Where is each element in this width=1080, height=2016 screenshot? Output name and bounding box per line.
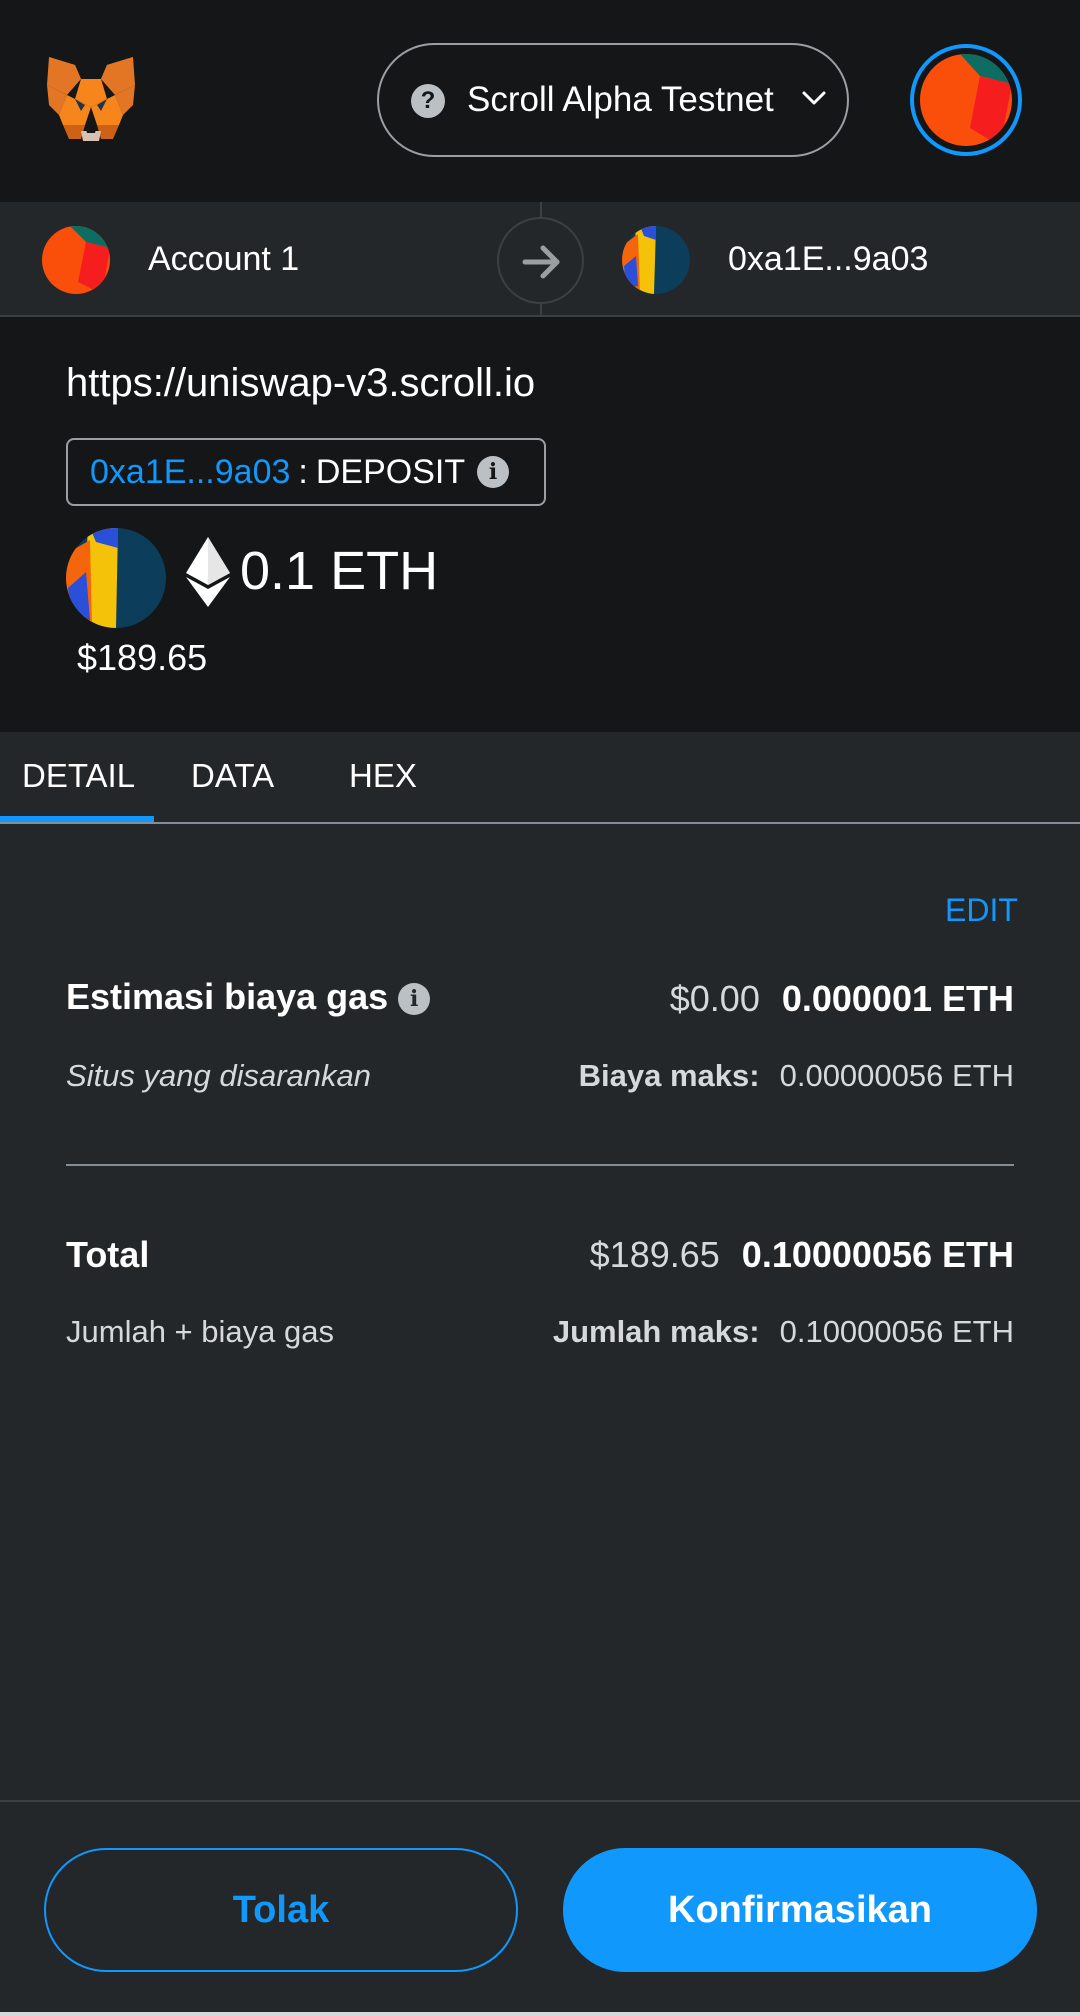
chevron-down-icon xyxy=(802,91,826,105)
recipient-address[interactable]: 0xa1E...9a03 xyxy=(728,202,928,317)
method-separator: : xyxy=(298,452,308,491)
arrow-right-icon xyxy=(497,217,584,304)
gas-fee-title-text: Estimasi biaya gas xyxy=(66,976,389,1017)
gas-fee-fiat: $0.00 xyxy=(669,978,760,1019)
detail-tabs: DETAIL DATA HEX xyxy=(0,732,1080,824)
footer-actions: Tolak Konfirmasikan xyxy=(0,1800,1080,2016)
sender-account-name[interactable]: Account 1 xyxy=(148,202,299,317)
network-selector[interactable]: ? Scroll Alpha Testnet xyxy=(377,43,849,157)
contract-method-box: 0xa1E...9a03 : DEPOSIT i xyxy=(66,438,546,506)
sender-recipient-row: Account 1 0xa1E...9a03 xyxy=(0,202,1080,317)
transaction-summary: https://uniswap-v3.scroll.io 0xa1E...9a0… xyxy=(0,317,1080,732)
tab-hex[interactable]: HEX xyxy=(349,732,417,820)
ethereum-icon xyxy=(186,537,230,607)
recipient-avatar xyxy=(622,226,690,294)
tab-detail[interactable]: DETAIL xyxy=(22,732,135,820)
bottom-edge xyxy=(0,2012,1080,2016)
total-max-label: Jumlah maks: xyxy=(552,1314,760,1349)
sender-avatar xyxy=(42,226,110,294)
account-menu-avatar[interactable] xyxy=(910,44,1022,156)
tab-data[interactable]: DATA xyxy=(191,732,274,820)
info-icon[interactable]: i xyxy=(398,983,431,1015)
gas-max-fee-value: 0.00000056 ETH xyxy=(779,1058,1014,1093)
gas-fee-crypto: 0.000001 ETH xyxy=(781,978,1014,1019)
total-crypto: 0.10000056 ETH xyxy=(741,1234,1014,1275)
total-fiat: $189.65 xyxy=(589,1234,720,1275)
transaction-amount: 0.1 ETH xyxy=(240,541,439,601)
network-label: Scroll Alpha Testnet xyxy=(467,80,774,119)
total-subtitle: Jumlah + biaya gas xyxy=(66,1314,334,1349)
recipient-token-avatar xyxy=(66,528,166,628)
confirm-transaction-page: ? Scroll Alpha Testnet Account 1 0xa1E..… xyxy=(0,0,1080,2016)
confirm-button[interactable]: Konfirmasikan xyxy=(563,1848,1037,1972)
transaction-amount-fiat: $189.65 xyxy=(77,637,208,678)
question-icon: ? xyxy=(411,84,445,118)
gas-fee-subtitle: Situs yang disarankan xyxy=(66,1058,372,1093)
gas-fee-value: $0.00 0.000001 ETH xyxy=(670,978,1014,1020)
reject-button[interactable]: Tolak xyxy=(44,1848,518,1972)
method-name: DEPOSIT xyxy=(315,452,466,491)
gas-fee-title: Estimasi biaya gas i xyxy=(66,976,431,1018)
app-header: ? Scroll Alpha Testnet xyxy=(0,0,1080,202)
contract-address-link[interactable]: 0xa1E...9a03 xyxy=(90,453,290,492)
active-tab-indicator xyxy=(0,816,154,822)
info-icon[interactable]: i xyxy=(477,456,510,488)
total-max-value: 0.10000056 ETH xyxy=(779,1314,1014,1349)
total-max-amount: Jumlah maks: 0.10000056 ETH xyxy=(553,1314,1014,1350)
metamask-fox-icon xyxy=(47,57,135,141)
total-title: Total xyxy=(66,1234,150,1275)
total-value: $189.65 0.10000056 ETH xyxy=(590,1234,1014,1276)
origin-url: https://uniswap-v3.scroll.io xyxy=(66,361,536,405)
gas-max-fee: Biaya maks: 0.00000056 ETH xyxy=(579,1058,1014,1094)
edit-gas-button[interactable]: EDIT xyxy=(945,892,1018,929)
section-divider xyxy=(66,1164,1014,1166)
gas-max-fee-label: Biaya maks: xyxy=(578,1058,760,1093)
jazzicon-account xyxy=(920,54,1012,146)
